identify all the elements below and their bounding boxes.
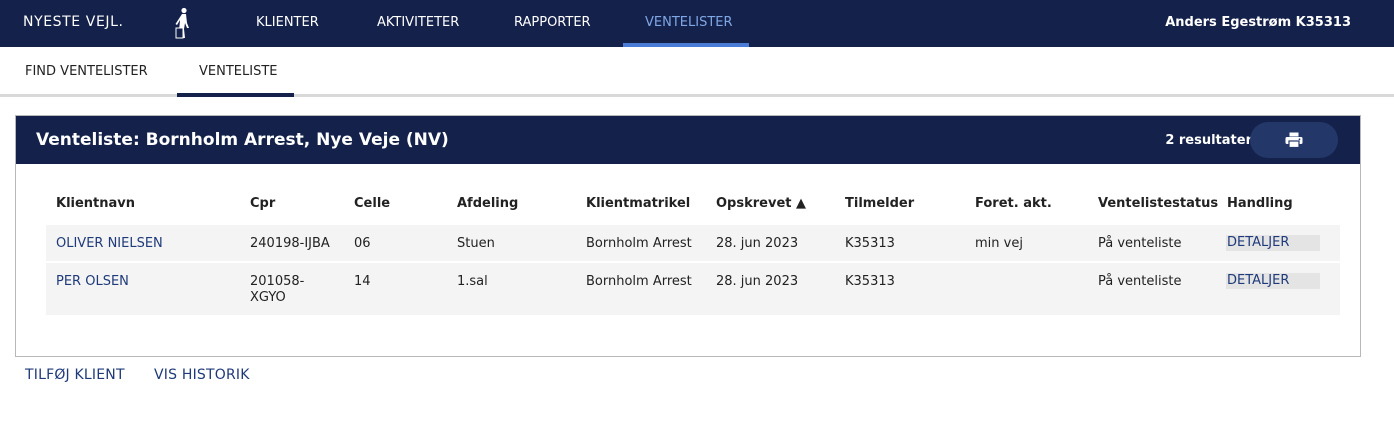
cell-afdeling: 1.sal xyxy=(457,274,488,289)
walking-person-icon[interactable] xyxy=(173,7,193,39)
cell-opskrevet: 28. jun 2023 xyxy=(716,236,799,251)
brand-link[interactable]: NYESTE VEJL. xyxy=(23,14,124,30)
tab-find-ventelister[interactable]: FIND VENTELISTER xyxy=(25,64,148,79)
result-count: 2 resultater xyxy=(1165,133,1252,148)
nav-item-klienter[interactable]: KLIENTER xyxy=(256,15,319,30)
cell-tilmelder: K35313 xyxy=(845,236,895,251)
cell-celle: 06 xyxy=(354,236,371,251)
col-header-tilmelder[interactable]: Tilmelder xyxy=(845,196,914,211)
cell-foret-akt: min vej xyxy=(975,236,1023,251)
details-button[interactable]: DETALJER xyxy=(1226,273,1320,289)
table-header-row: Klientnavn Cpr Celle Afdeling Klientmatr… xyxy=(46,194,1340,216)
cell-cpr: 201058- XGYO xyxy=(250,274,304,306)
cell-cpr: 240198-IJBA xyxy=(250,236,330,251)
cell-cpr-line2: XGYO xyxy=(250,290,286,305)
nav-item-aktiviteter[interactable]: AKTIVITETER xyxy=(377,15,459,30)
tab-venteliste[interactable]: VENTELISTE xyxy=(199,64,277,79)
client-name-link[interactable]: OLIVER NIELSEN xyxy=(56,236,163,252)
details-button[interactable]: DETALJER xyxy=(1226,235,1320,251)
cell-cpr-line1: 201058- xyxy=(250,274,305,289)
panel-title: Venteliste: Bornholm Arrest, Nye Veje (N… xyxy=(36,130,449,150)
waitlist-panel: Venteliste: Bornholm Arrest, Nye Veje (N… xyxy=(15,115,1361,357)
cell-tilmelder: K35313 xyxy=(845,274,895,289)
table-row: PER OLSEN 201058- XGYO 14 1.sal Bornholm… xyxy=(46,263,1340,315)
cell-opskrevet: 28. jun 2023 xyxy=(716,274,799,289)
col-header-foret-akt[interactable]: Foret. akt. xyxy=(975,196,1052,211)
col-header-ventelistestatus[interactable]: Ventelistestatus xyxy=(1098,196,1218,211)
table-row: OLIVER NIELSEN 240198-IJBA 06 Stuen Born… xyxy=(46,225,1340,261)
add-client-link[interactable]: TILFØJ KLIENT xyxy=(25,367,125,383)
top-navigation-bar: NYESTE VEJL. KLIENTER AKTIVITETER RAPPOR… xyxy=(0,0,1394,47)
active-tab-indicator xyxy=(177,93,294,97)
nav-item-ventelister[interactable]: VENTELISTER xyxy=(645,15,733,30)
waitlist-table: Klientnavn Cpr Celle Afdeling Klientmatr… xyxy=(46,194,1340,315)
col-header-opskrevet-sorted[interactable]: Opskrevet ▲ xyxy=(716,196,806,211)
cell-klientmatrikel: Bornholm Arrest xyxy=(586,274,692,289)
col-header-klientmatrikel[interactable]: Klientmatrikel xyxy=(586,196,690,211)
cell-celle: 14 xyxy=(354,274,371,289)
nav-item-rapporter[interactable]: RAPPORTER xyxy=(514,15,591,30)
cell-klientmatrikel: Bornholm Arrest xyxy=(586,236,692,251)
printer-icon xyxy=(1285,132,1303,148)
col-header-celle[interactable]: Celle xyxy=(354,196,390,211)
col-header-handling: Handling xyxy=(1227,196,1293,211)
cell-status: På venteliste xyxy=(1098,236,1182,251)
show-history-link[interactable]: VIS HISTORIK xyxy=(154,367,250,383)
cell-status: På venteliste xyxy=(1098,274,1182,289)
sub-navigation-bar: FIND VENTELISTER VENTELISTE xyxy=(0,47,1394,97)
print-button[interactable] xyxy=(1250,122,1338,158)
user-menu[interactable]: Anders Egestrøm K35313 xyxy=(1165,15,1351,30)
col-header-cpr[interactable]: Cpr xyxy=(250,196,275,211)
cell-afdeling: Stuen xyxy=(457,236,495,251)
client-name-link[interactable]: PER OLSEN xyxy=(56,274,129,290)
panel-header: Venteliste: Bornholm Arrest, Nye Veje (N… xyxy=(16,116,1360,164)
col-header-afdeling[interactable]: Afdeling xyxy=(457,196,518,211)
col-header-klientnavn[interactable]: Klientnavn xyxy=(56,196,135,211)
